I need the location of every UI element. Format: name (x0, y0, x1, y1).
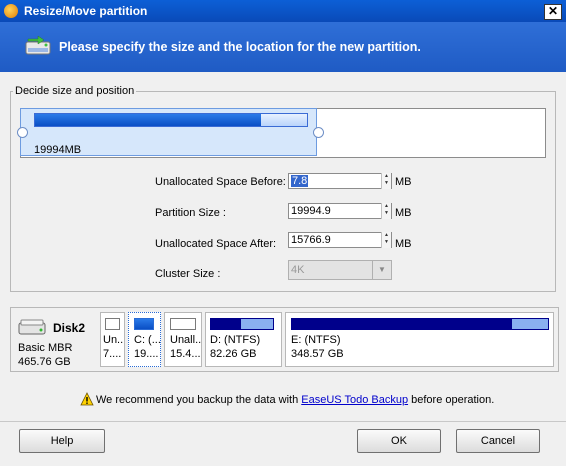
header-banner: Please specify the size and the location… (0, 22, 566, 72)
partition-usage-bar (134, 318, 154, 330)
partition-label: E: (NTFS) (291, 334, 341, 346)
disk-partition-unallocated-1[interactable]: Un.. 7.... (100, 312, 125, 367)
unallocated-after-label: Unallocated Space After: (155, 238, 277, 250)
close-icon: ✕ (547, 4, 559, 18)
left-resize-handle[interactable] (17, 127, 28, 138)
partition-usage-bar (291, 318, 549, 330)
help-button[interactable]: Help (19, 429, 105, 453)
partition-free-fill (260, 114, 307, 126)
right-resize-handle[interactable] (313, 127, 324, 138)
unallocated-before-value: 7.8 (291, 175, 309, 187)
disk-partition-d[interactable]: D: (NTFS) 82.26 GB (205, 312, 282, 367)
disk-type: Basic MBR (18, 342, 73, 354)
cluster-size-label: Cluster Size : (155, 268, 221, 280)
spin-up-icon[interactable]: ▲ (382, 203, 391, 210)
spin-up-icon[interactable]: ▲ (382, 232, 391, 239)
partition-usage-bar (34, 113, 308, 127)
partition-label: Unall... (170, 334, 202, 346)
window-title: Resize/Move partition (24, 4, 148, 18)
partition-usage-bar (210, 318, 274, 330)
unallocated-after-unit: MB (395, 238, 412, 250)
partition-label: D: (NTFS) (210, 334, 261, 346)
header-text: Please specify the size and the location… (59, 40, 421, 54)
hard-disk-icon (18, 319, 46, 335)
unallocated-before-input[interactable]: 7.8 ▲ ▼ (288, 173, 392, 189)
spin-down-icon[interactable]: ▼ (382, 239, 391, 246)
partition-size: 348.57 GB (291, 348, 344, 360)
partition-label: Un.. (103, 334, 124, 346)
warning-icon (80, 392, 94, 406)
disk-partition-e[interactable]: E: (NTFS) 348.57 GB (285, 312, 554, 367)
partition-size: 15.4... (170, 348, 201, 360)
partition-size-spinner[interactable]: ▲ ▼ (381, 203, 391, 219)
partition-usage-bar (105, 318, 120, 330)
unallocated-before-spinner[interactable]: ▲ ▼ (381, 173, 391, 189)
disk-partition-unallocated-2[interactable]: Unall... 15.4... (164, 312, 202, 367)
recommend-prefix: We recommend you backup the data with (96, 394, 302, 406)
ok-button[interactable]: OK (357, 429, 441, 453)
partition-label: C: (... (134, 334, 161, 346)
partition-size-field-label: Partition Size : (155, 207, 226, 219)
partition-size-unit: MB (395, 207, 412, 219)
partition-usage-bar (170, 318, 196, 330)
unallocated-after-spinner[interactable]: ▲ ▼ (381, 232, 391, 248)
partition-size-label: 19994MB (34, 144, 82, 156)
disk-size: 465.76 GB (18, 356, 71, 368)
unallocated-before-label: Unallocated Space Before: (155, 176, 286, 188)
partition-size-input[interactable]: 19994.9 ▲ ▼ (288, 203, 392, 219)
partition-size-value: 19994.9 (291, 205, 331, 217)
unallocated-after-input[interactable]: 15766.9 ▲ ▼ (288, 232, 392, 248)
spin-up-icon[interactable]: ▲ (382, 173, 391, 180)
partition-size: 82.26 GB (210, 348, 257, 360)
spin-down-icon[interactable]: ▼ (382, 180, 391, 187)
app-icon (4, 4, 18, 18)
unallocated-before-unit: MB (395, 176, 412, 188)
partition-size: 7.... (103, 348, 122, 360)
cluster-size-value: 4K (291, 264, 305, 276)
todo-backup-link[interactable]: EaseUS Todo Backup (301, 394, 408, 406)
backup-recommendation: We recommend you backup the data with Ea… (96, 394, 494, 406)
recommend-suffix: before operation. (408, 394, 495, 406)
title-bar: Resize/Move partition ✕ (0, 0, 566, 22)
unallocated-after-value: 15766.9 (291, 234, 331, 246)
partition-resize-icon (25, 35, 51, 55)
cancel-button[interactable]: Cancel (456, 429, 540, 453)
spin-down-icon[interactable]: ▼ (382, 210, 391, 217)
disk-name: Disk2 (53, 321, 86, 335)
partition-size: 19.... (134, 348, 159, 360)
disk-partition-c[interactable]: C: (... 19.... (128, 312, 161, 367)
group-label: Decide size and position (13, 85, 137, 97)
close-button[interactable]: ✕ (544, 4, 562, 20)
cluster-size-select: 4K ▼ (288, 260, 392, 280)
dropdown-icon: ▼ (372, 261, 391, 279)
partition-usage-fill (35, 114, 261, 126)
